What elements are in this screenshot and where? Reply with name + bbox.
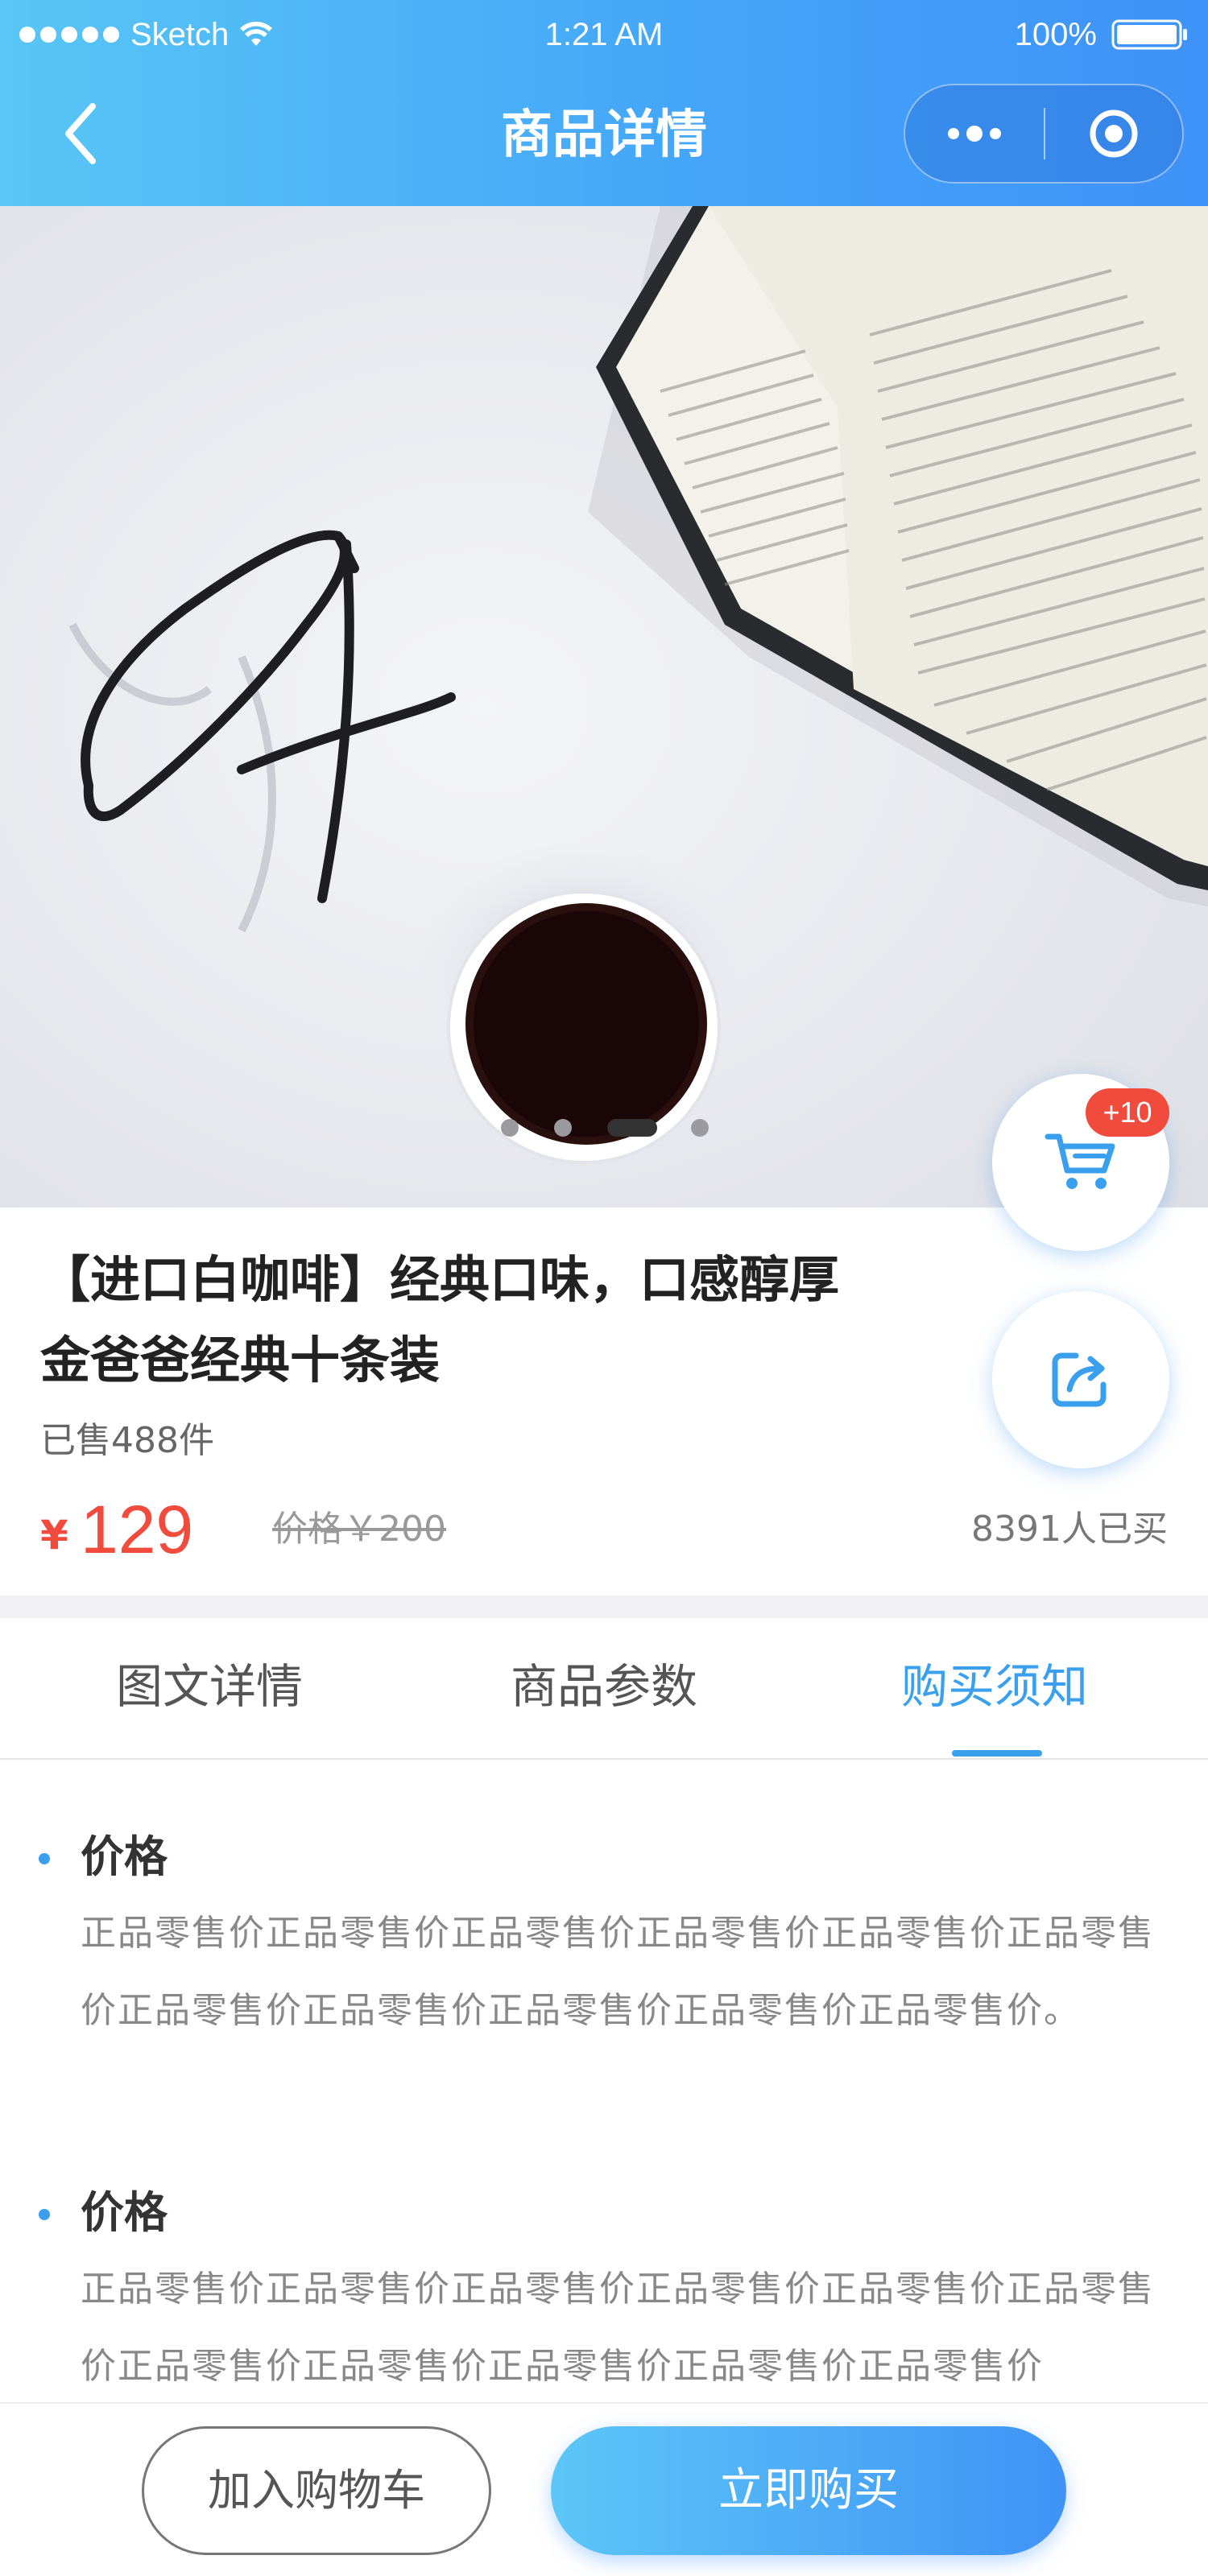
- section-heading: 价格: [81, 2187, 168, 2238]
- share-button[interactable]: [992, 1291, 1169, 1468]
- tab-product-params[interactable]: 商品参数: [403, 1618, 805, 1760]
- buy-now-button[interactable]: 立即购买: [551, 2426, 1066, 2555]
- product-image[interactable]: [0, 206, 1208, 1208]
- bullet-dot: [39, 1853, 50, 1864]
- add-to-cart-button[interactable]: 加入购物车: [142, 2426, 491, 2555]
- carousel-dot[interactable]: [691, 1119, 709, 1137]
- section-heading: 价格: [81, 1831, 168, 1882]
- detail-tabs: 图文详情 商品参数 购买须知: [0, 1618, 1208, 1760]
- cart-icon: [1045, 1133, 1115, 1189]
- buyers-count: 8391人已买: [971, 1509, 1168, 1550]
- tab-graphic-details[interactable]: 图文详情: [8, 1618, 411, 1760]
- price-row: ¥ 129 价格￥200 8391人已买: [40, 1481, 1168, 1570]
- battery-icon: [1111, 19, 1187, 50]
- active-tab-indicator: [952, 1750, 1042, 1757]
- carousel-dot-active[interactable]: [607, 1119, 657, 1137]
- close-mini-program-button[interactable]: [1045, 85, 1182, 182]
- carousel-dot[interactable]: [554, 1119, 572, 1137]
- product-title: 【进口白咖啡】经典口味，口感醇厚 金爸爸经典十条装: [40, 1240, 974, 1401]
- cart-badge: +10: [1086, 1088, 1169, 1137]
- notice-section: 价格 正品零售价正品零售价正品零售价正品零售价正品零售价正品零售价正品零售价正品…: [0, 2177, 1208, 2402]
- notice-section: 价格 正品零售价正品零售价正品零售价正品零售价正品零售价正品零售价正品零售价正品…: [0, 1821, 1208, 2143]
- more-dots-icon: [948, 126, 1001, 142]
- section-divider: [0, 1596, 1208, 1618]
- mini-program-capsule: [904, 84, 1184, 184]
- section-body: 正品零售价正品零售价正品零售价正品零售价正品零售价正品零售价正品零售价正品零售价…: [81, 1913, 1155, 2031]
- share-icon: [1052, 1352, 1107, 1407]
- carousel-dot[interactable]: [501, 1119, 519, 1137]
- sold-count: 已售488件: [40, 1420, 214, 1461]
- header: Sketch 1:21 AM 100% 商品详情: [0, 0, 1208, 206]
- currency-symbol: ¥: [40, 1512, 68, 1558]
- bottom-action-bar: 加入购物车 立即购买: [0, 2402, 1208, 2576]
- battery-percent: 100%: [1014, 16, 1097, 52]
- nav-bar: 商品详情: [0, 80, 1208, 193]
- original-price: 价格￥200: [272, 1509, 446, 1550]
- status-bar: Sketch 1:21 AM 100%: [0, 0, 1208, 72]
- product-title-line: 金爸爸经典十条装: [40, 1331, 441, 1389]
- section-body: 正品零售价正品零售价正品零售价正品零售价正品零售价正品零售价正品零售价正品零售价…: [81, 2268, 1155, 2387]
- target-circle-icon: [1090, 109, 1138, 158]
- product-title-line: 【进口白咖啡】经典口味，口感醇厚: [40, 1250, 840, 1309]
- current-price: 129: [81, 1492, 194, 1567]
- glasses-coffee-book-photo: [0, 206, 1208, 1208]
- bullet-dot: [39, 2209, 50, 2220]
- more-button[interactable]: [905, 85, 1044, 182]
- tab-purchase-notes[interactable]: 购买须知: [793, 1618, 1196, 1760]
- status-right: 100%: [1015, 14, 1189, 55]
